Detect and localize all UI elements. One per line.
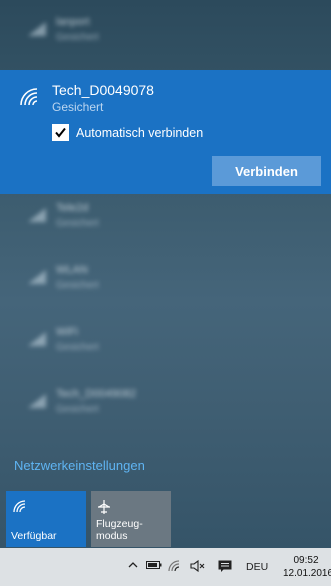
network-name: Tech_D0049082 <box>56 388 137 400</box>
network-item-blurred[interactable]: Tech_D0049082 Gesichert <box>0 374 331 438</box>
network-name: WiFi <box>56 326 78 338</box>
wifi-icon <box>20 88 38 106</box>
action-center-icon[interactable] <box>218 560 232 572</box>
input-language[interactable]: DEU <box>246 561 268 573</box>
wifi-icon <box>28 270 46 284</box>
wifi-tile-label: Verfügbar <box>11 530 57 542</box>
airplane-icon <box>98 500 110 514</box>
network-item-blurred[interactable]: WiFi Gesichert <box>0 312 331 376</box>
network-name: lanport <box>56 16 90 28</box>
wifi-icon <box>28 22 46 36</box>
clock-date: 12.01.2016 <box>283 568 331 579</box>
network-flyout: lanport Gesichert Tech_D0049078 Gesicher… <box>0 0 331 548</box>
network-item-blurred[interactable]: Tele2d Gesichert <box>0 188 331 252</box>
network-name: WLAN <box>56 264 88 276</box>
network-status: Gesichert <box>56 32 99 43</box>
auto-connect-checkbox[interactable]: Automatisch verbinden <box>52 124 203 141</box>
wifi-icon <box>28 208 46 222</box>
wifi-quick-action-tile[interactable]: Verfügbar <box>6 491 86 547</box>
clock[interactable]: 09:52 12.01.2016 <box>283 554 331 580</box>
network-item-blurred[interactable]: lanport Gesichert <box>0 2 331 66</box>
wifi-icon <box>28 394 46 408</box>
network-status: Gesichert <box>56 280 99 291</box>
network-name: Tele2d <box>56 202 89 214</box>
speaker-muted-icon[interactable] <box>190 560 206 572</box>
network-item-blurred[interactable]: WLAN Gesichert <box>0 250 331 314</box>
battery-icon[interactable] <box>146 560 162 570</box>
airplane-tile-label: Flugzeug- modus <box>96 518 143 542</box>
auto-connect-label: Automatisch verbinden <box>76 125 204 140</box>
network-settings-link[interactable]: Netzwerkeinstellungen <box>14 458 145 473</box>
network-name: Tech_D0049078 <box>52 82 154 98</box>
taskbar: DEU 09:52 12.01.2016 <box>0 548 331 586</box>
wifi-icon[interactable] <box>168 560 182 572</box>
wifi-icon <box>13 500 26 513</box>
chevron-up-icon[interactable] <box>128 560 138 570</box>
connect-button[interactable]: Verbinden <box>212 156 321 186</box>
network-status: Gesichert <box>56 404 99 415</box>
clock-time: 09:52 <box>293 555 319 566</box>
network-status: Gesichert <box>56 342 99 353</box>
airplane-mode-tile[interactable]: Flugzeug- modus <box>91 491 171 547</box>
network-status: Gesichert <box>56 218 99 229</box>
checkmark-icon[interactable] <box>52 124 69 141</box>
network-status: Gesichert <box>52 100 104 114</box>
wifi-icon <box>28 332 46 346</box>
network-item-selected[interactable]: Tech_D0049078 Gesichert Automatisch verb… <box>0 70 331 194</box>
